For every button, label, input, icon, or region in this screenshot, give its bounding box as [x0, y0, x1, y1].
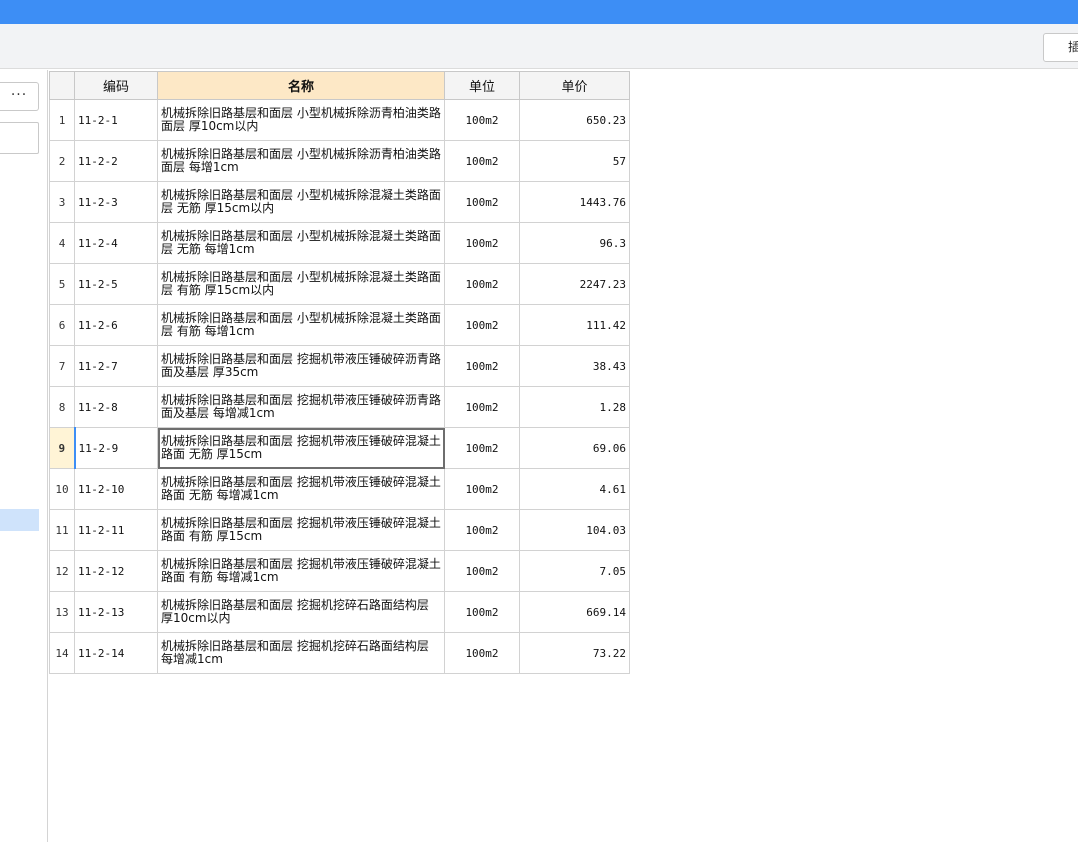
table-row[interactable]: 5 11-2-5 机械拆除旧路基层和面层 小型机械拆除混凝土类路面层 有筋 厚15c… — [49, 263, 630, 305]
unit-cell[interactable]: 100m2 — [444, 550, 520, 592]
name-cell[interactable]: 机械拆除旧路基层和面层 小型机械拆除混凝土类路面层 有筋 厚15cm以内 — [157, 263, 445, 305]
code-cell[interactable]: 11-2-11 — [74, 509, 158, 551]
unit-cell[interactable]: 100m2 — [444, 345, 520, 387]
unit-cell[interactable]: 100m2 — [444, 263, 520, 305]
name-cell[interactable]: 机械拆除旧路基层和面层 挖掘机带液压锤破碎混凝土路面 无筋 厚15cm — [157, 427, 445, 469]
table-row[interactable]: 6 11-2-6 机械拆除旧路基层和面层 小型机械拆除混凝土类路面层 有筋 每增1c… — [49, 304, 630, 346]
unit-cell[interactable]: 100m2 — [444, 386, 520, 428]
name-cell[interactable]: 机械拆除旧路基层和面层 小型机械拆除沥青柏油类路面层 厚10cm以内 — [157, 99, 445, 141]
price-column-header[interactable]: 单价 — [519, 71, 630, 100]
insert-button[interactable]: 插 — [1043, 33, 1078, 62]
code-cell[interactable]: 11-2-7 — [74, 345, 158, 387]
name-cell[interactable]: 机械拆除旧路基层和面层 挖掘机带液压锤破碎沥青路面及基层 厚35cm — [157, 345, 445, 387]
price-cell[interactable]: 650.23 — [519, 99, 630, 141]
row-number-cell[interactable]: 6 — [49, 304, 75, 346]
unit-cell[interactable]: 100m2 — [444, 222, 520, 264]
code-cell[interactable]: 11-2-6 — [74, 304, 158, 346]
price-cell[interactable]: 7.05 — [519, 550, 630, 592]
price-cell[interactable]: 111.42 — [519, 304, 630, 346]
search-input[interactable] — [0, 122, 39, 154]
name-cell[interactable]: 机械拆除旧路基层和面层 挖掘机带液压锤破碎混凝土路面 无筋 每增减1cm — [157, 468, 445, 510]
price-cell[interactable]: 1443.76 — [519, 181, 630, 223]
name-cell[interactable]: 机械拆除旧路基层和面层 小型机械拆除混凝土类路面层 无筋 每增1cm — [157, 222, 445, 264]
row-number-cell[interactable]: 11 — [49, 509, 75, 551]
table-row[interactable]: 8 11-2-8 机械拆除旧路基层和面层 挖掘机带液压锤破碎沥青路面及基层 每增减1… — [49, 386, 630, 428]
selected-tree-item[interactable] — [0, 509, 39, 531]
code-cell[interactable]: 11-2-4 — [74, 222, 158, 264]
table-header-row: 编码 名称 单位 单价 — [49, 71, 630, 100]
code-cell[interactable]: 11-2-9 — [74, 427, 158, 469]
name-cell[interactable]: 机械拆除旧路基层和面层 小型机械拆除混凝土类路面层 无筋 厚15cm以内 — [157, 181, 445, 223]
row-number-cell[interactable]: 9 — [49, 427, 76, 469]
name-cell[interactable]: 机械拆除旧路基层和面层 挖掘机带液压锤破碎沥青路面及基层 每增减1cm — [157, 386, 445, 428]
quota-table: 编码 名称 单位 单价 1 11-2-1 机械拆除旧路基层和面层 小型机械拆除沥青柏… — [49, 71, 630, 674]
unit-cell[interactable]: 100m2 — [444, 99, 520, 141]
unit-cell[interactable]: 100m2 — [444, 509, 520, 551]
table-row[interactable]: 10 11-2-10 机械拆除旧路基层和面层 挖掘机带液压锤破碎混凝土路面 无筋 每… — [49, 468, 630, 510]
table-row[interactable]: 4 11-2-4 机械拆除旧路基层和面层 小型机械拆除混凝土类路面层 无筋 每增1c… — [49, 222, 630, 264]
unit-cell[interactable]: 100m2 — [444, 140, 520, 182]
code-cell[interactable]: 11-2-3 — [74, 181, 158, 223]
row-number-cell[interactable]: 3 — [49, 181, 75, 223]
name-cell[interactable]: 机械拆除旧路基层和面层 小型机械拆除混凝土类路面层 有筋 每增1cm — [157, 304, 445, 346]
table-row[interactable]: 1 11-2-1 机械拆除旧路基层和面层 小型机械拆除沥青柏油类路面层 厚10cm以… — [49, 99, 630, 141]
name-cell[interactable]: 机械拆除旧路基层和面层 挖掘机挖碎石路面结构层 厚10cm以内 — [157, 591, 445, 633]
price-cell[interactable]: 57 — [519, 140, 630, 182]
price-cell[interactable]: 4.61 — [519, 468, 630, 510]
price-cell[interactable]: 96.3 — [519, 222, 630, 264]
code-cell[interactable]: 11-2-5 — [74, 263, 158, 305]
price-cell[interactable]: 38.43 — [519, 345, 630, 387]
name-cell[interactable]: 机械拆除旧路基层和面层 挖掘机带液压锤破碎混凝土路面 有筋 厚15cm — [157, 509, 445, 551]
row-number-cell[interactable]: 14 — [49, 632, 75, 674]
price-cell[interactable]: 69.06 — [519, 427, 630, 469]
row-number-cell[interactable]: 2 — [49, 140, 75, 182]
price-cell[interactable]: 1.28 — [519, 386, 630, 428]
price-cell[interactable]: 2247.23 — [519, 263, 630, 305]
table-row[interactable]: 11 11-2-11 机械拆除旧路基层和面层 挖掘机带液压锤破碎混凝土路面 有筋 厚… — [49, 509, 630, 551]
row-number-cell[interactable]: 7 — [49, 345, 75, 387]
table-row[interactable]: 14 11-2-14 机械拆除旧路基层和面层 挖掘机挖碎石路面结构层 每增减1cm 1… — [49, 632, 630, 674]
name-cell[interactable]: 机械拆除旧路基层和面层 挖掘机带液压锤破碎混凝土路面 有筋 每增减1cm — [157, 550, 445, 592]
row-number-cell[interactable]: 1 — [49, 99, 75, 141]
unit-cell[interactable]: 100m2 — [444, 468, 520, 510]
title-bar — [0, 0, 1078, 24]
code-cell[interactable]: 11-2-12 — [74, 550, 158, 592]
name-cell[interactable]: 机械拆除旧路基层和面层 小型机械拆除沥青柏油类路面层 每增1cm — [157, 140, 445, 182]
unit-cell[interactable]: 100m2 — [444, 304, 520, 346]
unit-cell[interactable]: 100m2 — [444, 181, 520, 223]
unit-column-header[interactable]: 单位 — [444, 71, 520, 100]
more-options-button[interactable]: ··· — [0, 82, 39, 111]
table-row[interactable]: 13 11-2-13 机械拆除旧路基层和面层 挖掘机挖碎石路面结构层 厚10cm以内… — [49, 591, 630, 633]
row-number-cell[interactable]: 13 — [49, 591, 75, 633]
code-cell[interactable]: 11-2-1 — [74, 99, 158, 141]
price-cell[interactable]: 104.03 — [519, 509, 630, 551]
row-number-cell[interactable]: 8 — [49, 386, 75, 428]
price-cell[interactable]: 669.14 — [519, 591, 630, 633]
code-cell[interactable]: 11-2-8 — [74, 386, 158, 428]
row-number-cell[interactable]: 5 — [49, 263, 75, 305]
table-row[interactable]: 9 11-2-9 机械拆除旧路基层和面层 挖掘机带液压锤破碎混凝土路面 无筋 厚15… — [49, 427, 630, 469]
price-cell[interactable]: 73.22 — [519, 632, 630, 674]
unit-cell[interactable]: 100m2 — [444, 632, 520, 674]
code-cell[interactable]: 11-2-2 — [74, 140, 158, 182]
table-row[interactable]: 2 11-2-2 机械拆除旧路基层和面层 小型机械拆除沥青柏油类路面层 每增1cm 1… — [49, 140, 630, 182]
row-number-header — [49, 71, 75, 100]
code-column-header[interactable]: 编码 — [74, 71, 158, 100]
table-row[interactable]: 7 11-2-7 机械拆除旧路基层和面层 挖掘机带液压锤破碎沥青路面及基层 厚35c… — [49, 345, 630, 387]
unit-cell[interactable]: 100m2 — [444, 427, 520, 469]
toolbar: 插 — [0, 24, 1078, 69]
name-cell[interactable]: 机械拆除旧路基层和面层 挖掘机挖碎石路面结构层 每增减1cm — [157, 632, 445, 674]
table-row[interactable]: 3 11-2-3 机械拆除旧路基层和面层 小型机械拆除混凝土类路面层 无筋 厚15c… — [49, 181, 630, 223]
row-number-cell[interactable]: 10 — [49, 468, 75, 510]
row-number-cell[interactable]: 4 — [49, 222, 75, 264]
unit-cell[interactable]: 100m2 — [444, 591, 520, 633]
code-cell[interactable]: 11-2-13 — [74, 591, 158, 633]
code-cell[interactable]: 11-2-14 — [74, 632, 158, 674]
code-cell[interactable]: 11-2-10 — [74, 468, 158, 510]
row-number-cell[interactable]: 12 — [49, 550, 75, 592]
name-column-header[interactable]: 名称 — [157, 71, 445, 100]
table-row[interactable]: 12 11-2-12 机械拆除旧路基层和面层 挖掘机带液压锤破碎混凝土路面 有筋 每… — [49, 550, 630, 592]
left-panel: ··· — [0, 70, 48, 842]
